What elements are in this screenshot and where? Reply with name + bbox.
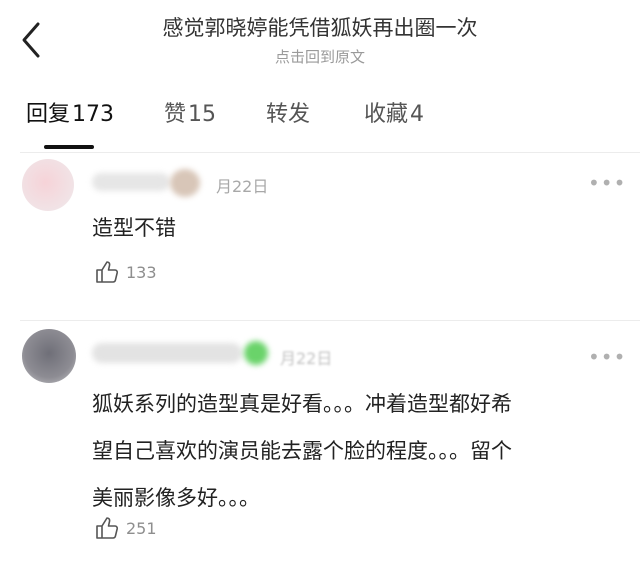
more-options-button[interactable]: ••• <box>588 345 626 369</box>
comment-text-line: 狐妖系列的造型真是好看。。。冲着造型都好希 <box>92 392 512 416</box>
user-badge-blurred <box>170 169 200 197</box>
tab-favorites-label: 收藏 <box>364 102 409 127</box>
tab-favorites[interactable]: 收藏4 <box>364 96 424 128</box>
comment-text: 狐妖系列的造型真是好看。。。冲着造型都好希 望自己喜欢的演员能去露个脸的程度。。… <box>92 381 612 522</box>
comment-text: 造型不错 <box>92 205 612 252</box>
more-dots-icon: ••• <box>588 171 627 195</box>
active-tab-indicator <box>44 145 94 149</box>
tab-replies-label: 回复 <box>26 102 71 127</box>
tab-favorites-count: 4 <box>410 102 425 127</box>
back-to-original-link[interactable]: 点击回到原文 <box>0 46 640 67</box>
avatar[interactable] <box>22 329 76 383</box>
like-count: 251 <box>126 519 157 538</box>
thumbs-up-icon <box>96 517 119 539</box>
username-blurred[interactable] <box>92 173 170 191</box>
thumbs-up-icon <box>96 261 119 283</box>
post-title: 感觉郭晓婷能凭借狐妖再出圈一次 <box>162 16 478 40</box>
username-blurred[interactable] <box>92 343 242 363</box>
comment-item: 月22日 ••• 狐妖系列的造型真是好看。。。冲着造型都好希 望自己喜欢的演员能… <box>0 321 640 569</box>
tab-likes[interactable]: 赞15 <box>164 96 216 128</box>
comment-date: 月22日 <box>280 349 333 368</box>
tab-reposts[interactable]: 转发 <box>266 96 310 128</box>
comment-item: 月22日 ••• 造型不错 133 <box>0 153 640 319</box>
comment-text-line: 望自己喜欢的演员能去露个脸的程度。。。留个 <box>92 439 512 463</box>
verified-badge-icon <box>244 341 268 365</box>
more-options-button[interactable]: ••• <box>588 171 626 195</box>
like-count: 133 <box>126 263 157 282</box>
tab-likes-count: 15 <box>188 102 217 127</box>
tab-replies-count: 173 <box>72 102 115 127</box>
tab-reposts-label: 转发 <box>266 102 311 127</box>
tab-bar: 回复173 赞15 转发 收藏4 <box>0 96 640 152</box>
comment-text-line: 造型不错 <box>92 216 176 240</box>
tab-replies[interactable]: 回复173 <box>26 96 114 128</box>
comment-date: 月22日 <box>216 177 269 196</box>
tab-likes-label: 赞 <box>164 102 187 127</box>
top-bar: 感觉郭晓婷能凭借狐妖再出圈一次 点击回到原文 <box>0 0 640 80</box>
avatar[interactable] <box>22 159 74 211</box>
more-dots-icon: ••• <box>588 345 627 369</box>
comment-text-line: 美丽影像多好。。。 <box>92 486 260 510</box>
